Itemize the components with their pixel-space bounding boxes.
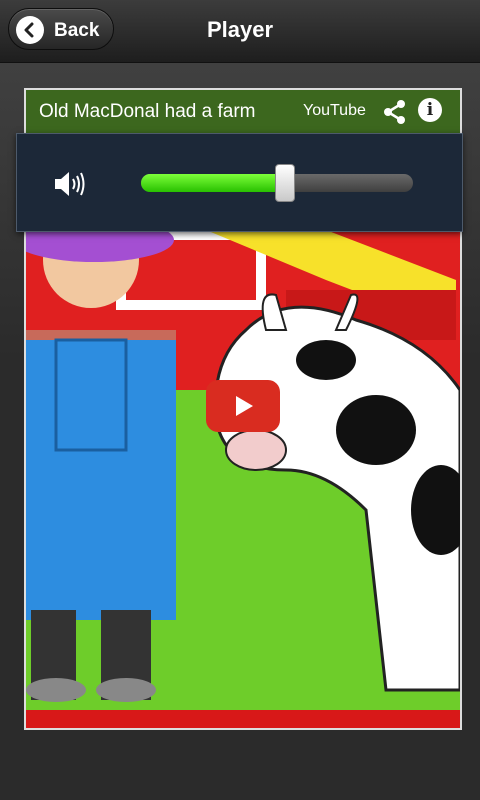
volume-slider-fill xyxy=(141,174,286,192)
speaker-icon[interactable] xyxy=(52,167,86,201)
volume-slider-thumb[interactable] xyxy=(275,164,296,202)
volume-slider[interactable] xyxy=(141,164,413,202)
play-icon xyxy=(236,396,253,416)
volume-panel xyxy=(16,133,463,232)
top-bar: Back Player xyxy=(0,0,480,63)
page-title: Player xyxy=(206,17,274,42)
play-button[interactable] xyxy=(206,380,280,432)
info-icon[interactable]: i xyxy=(418,98,442,122)
video-title: Old MacDonal had a farm xyxy=(39,101,256,122)
video-info-bar: Old MacDonal had a farm YouTube i xyxy=(26,90,460,134)
share-icon[interactable] xyxy=(382,98,408,126)
youtube-link[interactable]: YouTube xyxy=(303,102,366,120)
